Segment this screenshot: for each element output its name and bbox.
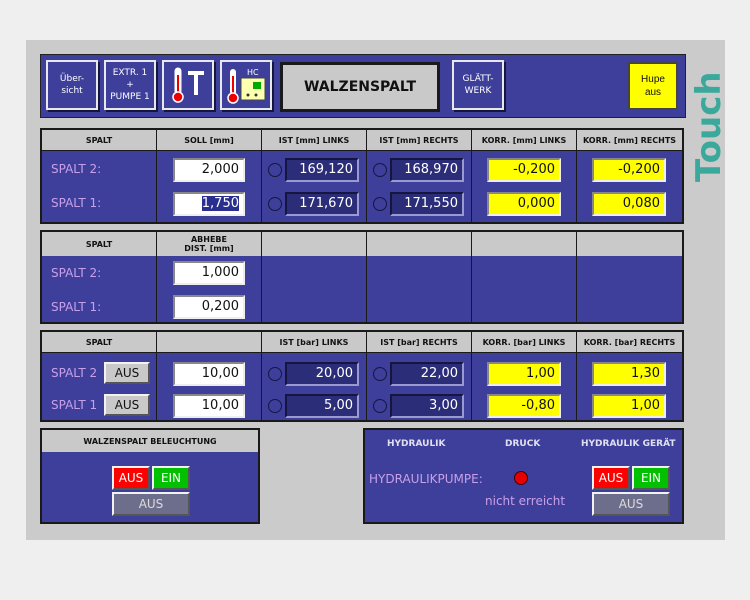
row-label-spalt1: SPALT 1 <box>51 398 98 412</box>
lighting-on-button[interactable]: EIN <box>152 466 190 490</box>
pressure-panel: SPALT IST [bar] LINKS IST [bar] RECHTS K… <box>40 330 684 422</box>
druck-col-label: DRUCK <box>505 439 541 449</box>
ist-bar-rechts-spalt2: 22,00 <box>390 362 464 386</box>
lighting-panel: WALZENSPALT BELEUCHTUNG AUS EIN AUS <box>40 428 260 524</box>
status-indicator <box>373 367 387 381</box>
lighting-status: AUS <box>112 492 190 516</box>
header-ist-rechts: IST [mm] RECHTS <box>367 130 471 150</box>
svg-text:Touch: Touch <box>689 71 728 182</box>
page-title: WALZENSPALT <box>280 62 440 112</box>
header-spalt: SPALT <box>42 232 156 256</box>
header-soll: SOLL [mm] <box>157 130 261 150</box>
toggle-spalt2-button[interactable]: AUS <box>104 362 150 384</box>
pump-label: HYDRAULIKPUMPE: <box>369 472 483 486</box>
header-korr-bar-links: KORR. [bar] LINKS <box>472 332 576 352</box>
status-indicator <box>268 399 282 413</box>
status-indicator <box>268 163 282 177</box>
pressure-soll-spalt1[interactable]: 10,00 <box>173 394 245 418</box>
korr-bar-links-spalt2[interactable]: 1,00 <box>487 362 561 386</box>
overview-button[interactable]: Über- sicht <box>46 60 98 110</box>
header-ist-bar-links: IST [bar] LINKS <box>262 332 366 352</box>
heating-cooling-button[interactable]: HC <box>220 60 272 110</box>
korr-rechts-spalt2[interactable]: -0,200 <box>592 158 666 182</box>
temperature-button[interactable] <box>162 60 214 110</box>
ist-bar-links-spalt1: 5,00 <box>285 394 359 418</box>
glaettwerk-button[interactable]: GLÄTT- WERK <box>452 60 504 110</box>
toggle-spalt1-button[interactable]: AUS <box>104 394 150 416</box>
header-empty <box>472 232 576 256</box>
hydraulik-panel: HYDRAULIK DRUCK HYDRAULIK GERÄT HYDRAULI… <box>363 428 684 524</box>
header-empty <box>262 232 366 256</box>
hydraulik-geraet-col-label: HYDRAULIK GERÄT <box>581 439 676 449</box>
ist-links-spalt1: 171,670 <box>285 192 359 216</box>
hydraulik-status: AUS <box>592 492 670 516</box>
header-ist-links: IST [mm] LINKS <box>262 130 366 150</box>
row-label-spalt1: SPALT 1: <box>51 300 102 314</box>
thermometer-hc-icon: HC <box>227 68 266 104</box>
ist-bar-links-spalt2: 20,00 <box>285 362 359 386</box>
touch-label: Touch <box>689 71 728 182</box>
row-label-spalt1: SPALT 1: <box>51 196 102 210</box>
status-indicator <box>268 197 282 211</box>
ist-links-spalt2: 169,120 <box>285 158 359 182</box>
header-korr-rechts: KORR. [mm] RECHTS <box>577 130 682 150</box>
korr-bar-rechts-spalt2[interactable]: 1,30 <box>592 362 666 386</box>
hydraulik-off-button[interactable]: AUS <box>592 466 630 490</box>
soll-input-spalt1-value: 1,750 <box>201 196 239 211</box>
status-indicator <box>373 197 387 211</box>
hc-label: HC <box>247 68 259 77</box>
ist-rechts-spalt2: 168,970 <box>390 158 464 182</box>
status-indicator <box>373 399 387 413</box>
korr-bar-rechts-spalt1[interactable]: 1,00 <box>592 394 666 418</box>
row-label-spalt2: SPALT 2 <box>51 366 98 380</box>
lighting-off-button[interactable]: AUS <box>112 466 150 490</box>
soll-input-spalt2[interactable]: 2,000 <box>173 158 245 182</box>
status-indicator <box>268 367 282 381</box>
ist-bar-rechts-spalt1: 3,00 <box>390 394 464 418</box>
horn-off-button[interactable]: Hupe aus <box>628 62 678 110</box>
header-empty <box>367 232 471 256</box>
pressure-lamp-icon <box>514 471 528 485</box>
header-korr-bar-rechts: KORR. [bar] RECHTS <box>577 332 682 352</box>
hydraulik-col-label: HYDRAULIK <box>387 439 446 449</box>
korr-bar-links-spalt1[interactable]: -0,80 <box>487 394 561 418</box>
extruder-pump-button[interactable]: EXTR. 1 + PUMPE 1 <box>104 60 156 110</box>
pressure-soll-spalt2[interactable]: 10,00 <box>173 362 245 386</box>
lighting-title: WALZENSPALT BELEUCHTUNG <box>42 430 258 452</box>
abhebe-input-spalt2[interactable]: 1,000 <box>173 261 245 285</box>
korr-links-spalt2[interactable]: -0,200 <box>487 158 561 182</box>
thermometer-t-icon <box>172 67 204 103</box>
lift-distance-panel: SPALT ABHEBE DIST. [mm] SPALT 2: 1,000 S… <box>40 230 684 324</box>
status-indicator <box>373 163 387 177</box>
header-spalt: SPALT <box>42 130 156 150</box>
header-abhebe-dist: ABHEBE DIST. [mm] <box>157 232 261 256</box>
gap-position-panel: SPALT SOLL [mm] IST [mm] LINKS IST [mm] … <box>40 128 684 224</box>
soll-input-spalt1[interactable]: 1,750 <box>173 192 245 216</box>
header-spalt: SPALT <box>42 332 156 352</box>
hydraulik-on-button[interactable]: EIN <box>632 466 670 490</box>
pressure-status: nicht erreicht <box>485 494 566 508</box>
ist-rechts-spalt1: 171,550 <box>390 192 464 216</box>
header-korr-links: KORR. [mm] LINKS <box>472 130 576 150</box>
row-label-spalt2: SPALT 2: <box>51 266 102 280</box>
header-empty <box>577 232 682 256</box>
header-ist-bar-rechts: IST [bar] RECHTS <box>367 332 471 352</box>
korr-links-spalt1[interactable]: 0,000 <box>487 192 561 216</box>
abhebe-input-spalt1[interactable]: 0,200 <box>173 295 245 319</box>
korr-rechts-spalt1[interactable]: 0,080 <box>592 192 666 216</box>
row-label-spalt2: SPALT 2: <box>51 162 102 176</box>
header-empty <box>157 332 261 352</box>
